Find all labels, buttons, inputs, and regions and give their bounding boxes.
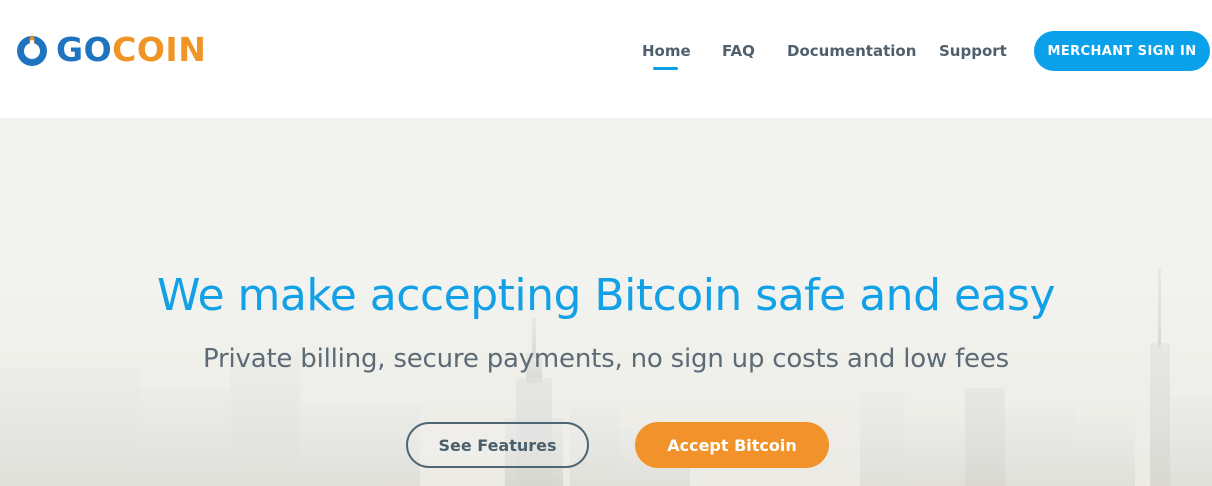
nav-item-documentation[interactable]: Documentation [787, 39, 916, 63]
gocoin-logo[interactable]: GOCOIN [14, 31, 206, 69]
nav-item-faq[interactable]: FAQ [722, 39, 755, 63]
nav-item-home[interactable]: Home [642, 39, 691, 63]
logo-text-go: GO [56, 30, 113, 69]
logo-text-coin: COIN [112, 30, 207, 69]
power-flame-icon [17, 35, 47, 66]
hero-section: We make accepting Bitcoin safe and easy … [0, 118, 1212, 486]
hero-title: We make accepting Bitcoin safe and easy [157, 270, 1055, 321]
nav-item-support[interactable]: Support [939, 39, 1007, 63]
accept-bitcoin-button[interactable]: Accept Bitcoin [635, 422, 829, 468]
merchant-sign-in-button[interactable]: MERCHANT SIGN IN [1034, 31, 1210, 71]
logo-wordmark: GOCOIN [56, 31, 206, 69]
active-nav-indicator [653, 67, 678, 70]
hero-subtitle: Private billing, secure payments, no sig… [202, 344, 1009, 374]
site-header: GOCOIN Home FAQ Documentation Support ME… [0, 0, 1212, 118]
see-features-button[interactable]: See Features [406, 422, 589, 468]
